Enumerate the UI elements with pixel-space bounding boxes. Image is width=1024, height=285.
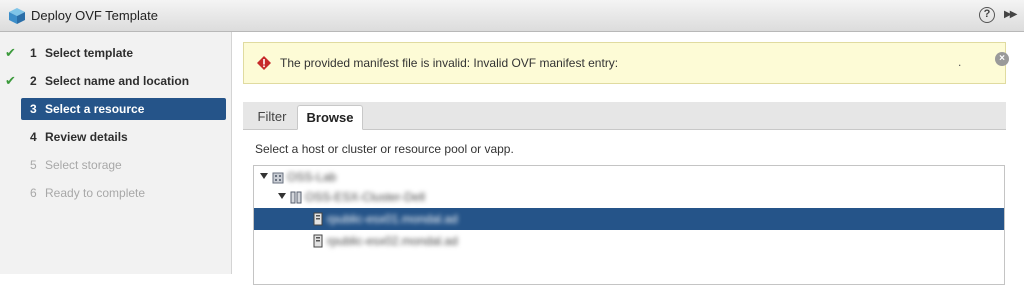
alert-trailing-text: . bbox=[958, 55, 962, 69]
step-select-resource[interactable]: 3 Select a resource bbox=[21, 98, 226, 120]
step-label: Select storage bbox=[45, 158, 122, 172]
tree-node-host[interactable]: rpublic-esx02.mondal.ad bbox=[254, 230, 1004, 252]
host-name: rpublic-esx02.mondal.ad bbox=[327, 234, 458, 248]
ovf-template-icon bbox=[9, 8, 25, 24]
step-select-template[interactable]: ✔ 1 Select template bbox=[0, 42, 232, 64]
tree-node-datacenter[interactable]: OSS-Lab bbox=[254, 166, 1004, 188]
close-icon[interactable]: × bbox=[995, 52, 1009, 66]
tab-filter[interactable]: Filter bbox=[247, 105, 297, 130]
datacenter-name: OSS-Lab bbox=[287, 170, 337, 184]
host-icon bbox=[313, 234, 323, 248]
step-number: 1 bbox=[30, 46, 37, 60]
window-title: Deploy OVF Template bbox=[31, 8, 158, 23]
step-select-name-location[interactable]: ✔ 2 Select name and location bbox=[0, 70, 232, 92]
cluster-name: OSS-ESX-Cluster-Dell bbox=[305, 190, 426, 204]
step-label: Select template bbox=[45, 46, 134, 60]
tab-bar: Filter Browse bbox=[243, 102, 1006, 130]
main-panel: The provided manifest file is invalid: I… bbox=[233, 32, 1024, 285]
tree-node-cluster[interactable]: OSS-ESX-Cluster-Dell bbox=[254, 186, 1004, 208]
step-ready-to-complete: 6 Ready to complete bbox=[0, 182, 232, 204]
resource-tree: OSS-Lab OSS-ESX-Cluster-Dell rpublic-esx… bbox=[253, 165, 1005, 285]
step-label: Select a resource bbox=[45, 102, 145, 116]
wizard-steps-sidebar: ✔ 1 Select template ✔ 2 Select name and … bbox=[0, 32, 232, 274]
step-number: 2 bbox=[30, 74, 37, 88]
step-number: 4 bbox=[30, 130, 37, 144]
error-alert: The provided manifest file is invalid: I… bbox=[243, 42, 1009, 84]
expand-arrow-icon[interactable] bbox=[260, 173, 268, 179]
error-icon bbox=[257, 56, 271, 70]
step-number: 3 bbox=[30, 102, 37, 116]
step-review-details[interactable]: 4 Review details bbox=[0, 126, 232, 148]
step-label: Ready to complete bbox=[45, 186, 146, 200]
step-number: 5 bbox=[30, 158, 37, 172]
expand-arrow-icon[interactable] bbox=[278, 193, 286, 199]
cluster-icon bbox=[290, 191, 302, 204]
help-icon[interactable]: ? bbox=[979, 7, 995, 23]
checkmark-icon: ✔ bbox=[5, 73, 16, 88]
datacenter-icon bbox=[272, 172, 284, 184]
tree-node-host[interactable]: rpublic-esx01.mondal.ad bbox=[254, 208, 1004, 230]
tab-browse[interactable]: Browse bbox=[297, 105, 363, 130]
checkmark-icon: ✔ bbox=[5, 45, 16, 60]
step-number: 6 bbox=[30, 186, 37, 200]
title-bar: Deploy OVF Template ? ▶▶ bbox=[0, 0, 1024, 32]
host-name: rpublic-esx01.mondal.ad bbox=[327, 212, 458, 226]
step-select-storage: 5 Select storage bbox=[0, 154, 232, 176]
step-label: Select name and location bbox=[45, 74, 190, 88]
host-icon bbox=[313, 212, 323, 226]
expand-icon[interactable]: ▶▶ bbox=[1004, 9, 1017, 20]
alert-message: The provided manifest file is invalid: I… bbox=[280, 56, 619, 70]
instruction-text: Select a host or cluster or resource poo… bbox=[255, 142, 514, 156]
step-label: Review details bbox=[45, 130, 128, 144]
